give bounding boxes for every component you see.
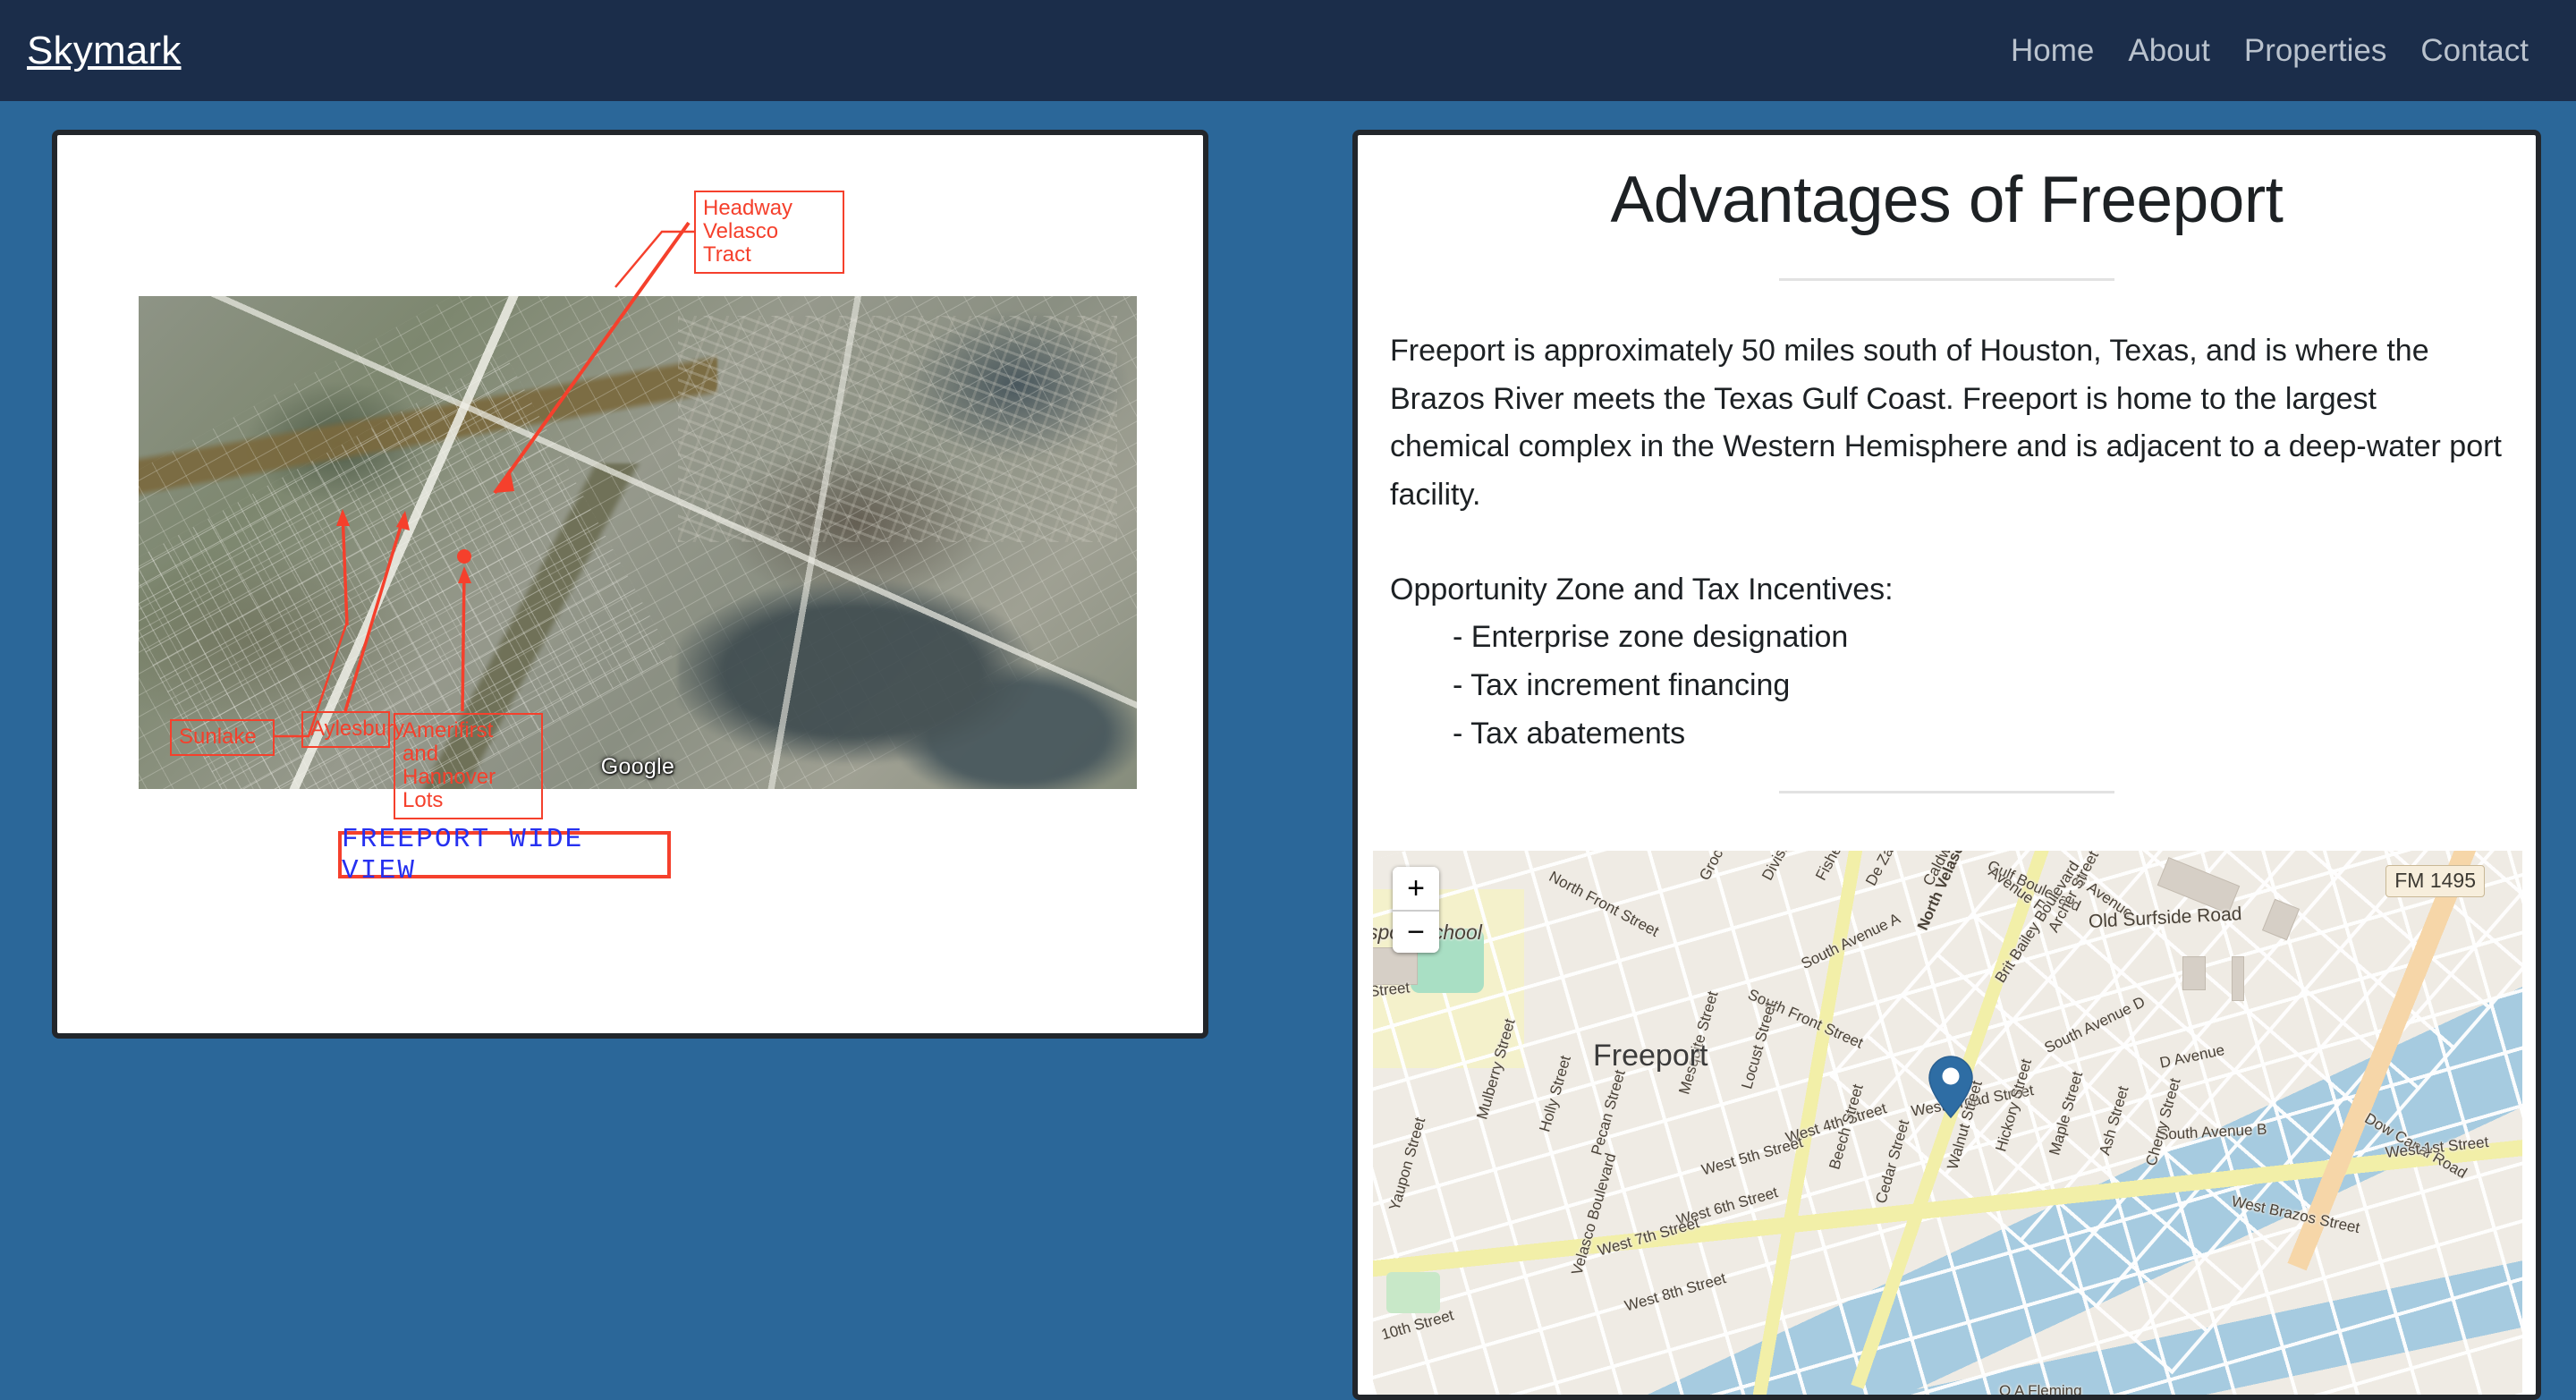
body-map-divider <box>1779 790 2114 793</box>
freeport-wide-view-card: Google Headway Velasco Tract Sunlake Ayl… <box>52 130 1208 1039</box>
site-navbar: Skymark Home About Properties Contact <box>0 0 2576 101</box>
title-divider <box>1779 277 2114 281</box>
freeport-wide-view-caption: FREEPORT WIDE VIEW <box>338 824 671 887</box>
nav-item-home[interactable]: Home <box>1994 35 2111 66</box>
brand-logo[interactable]: Skymark <box>27 30 182 71</box>
place-label-freeport: Freeport <box>1593 1039 1708 1073</box>
park-polygon-small <box>1386 1272 1441 1314</box>
street-map[interactable]: North Front Street Groce Street Division… <box>1373 851 2522 1399</box>
map-pin-icon <box>1928 1056 1973 1119</box>
advantages-of-freeport-card: Advantages of Freeport Freeport is appro… <box>1352 130 2541 1400</box>
primary-nav: Home About Properties Contact <box>1994 35 2546 66</box>
poi-label: Q A Fleming <box>1999 1382 2082 1399</box>
building-footprint <box>2232 956 2244 1001</box>
nav-item-properties[interactable]: Properties <box>2227 35 2404 66</box>
route-shield-fm1495: FM 1495 <box>2385 865 2485 897</box>
page-title: Advantages of Freeport <box>1610 164 2284 236</box>
satellite-map-image[interactable]: Google <box>139 296 1137 789</box>
callout-headway-velasco-tract: Headway Velasco Tract <box>694 191 844 274</box>
map-location-marker[interactable] <box>1928 1055 1974 1119</box>
building-footprint <box>1373 947 1418 985</box>
map-zoom-controls: + − <box>1393 867 1439 953</box>
nav-item-about[interactable]: About <box>2111 35 2226 66</box>
incentives-list: - Enterprise zone designation - Tax incr… <box>1390 614 2504 758</box>
list-item: - Enterprise zone designation <box>1453 620 1849 655</box>
list-item: - Tax abatements <box>1453 716 1686 751</box>
google-attribution: Google <box>600 754 675 779</box>
page-body: Google Headway Velasco Tract Sunlake Ayl… <box>0 101 2576 1400</box>
intro-paragraph: Freeport is approximately 50 miles south… <box>1390 333 2502 512</box>
incentives-heading: Opportunity Zone and Tax Incentives: <box>1390 572 1894 607</box>
zoom-in-button[interactable]: + <box>1393 867 1439 910</box>
list-item: - Tax increment financing <box>1453 668 1791 703</box>
highway-overlay <box>139 296 1137 789</box>
advantages-body: Freeport is approximately 50 miles south… <box>1390 327 2504 759</box>
building-footprint <box>2182 956 2206 990</box>
zoom-out-button[interactable]: − <box>1393 910 1439 953</box>
nav-item-contact[interactable]: Contact <box>2403 35 2546 66</box>
